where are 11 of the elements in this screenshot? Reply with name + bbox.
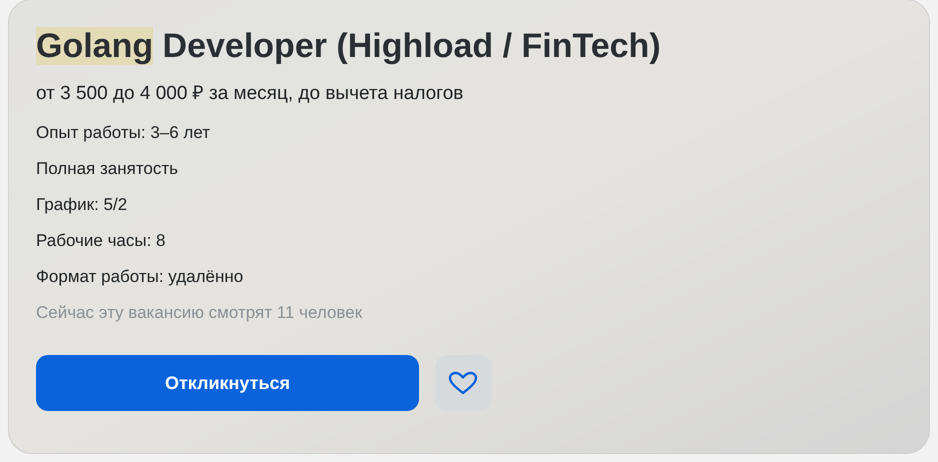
salary-text: от 3 500 до 4 000 ₽ за месяц, до вычета налогов <box>36 82 464 106</box>
apply-button[interactable]: Откликнуться <box>36 355 419 411</box>
viewers-text: Сейчас эту вакансию смотрят 11 человек <box>36 302 364 324</box>
vacancy-detail: Рабочие часы: 8 <box>36 230 167 252</box>
vacancy-detail: Опыт работы: 3–6 лет <box>36 122 212 144</box>
vacancy-detail: График: 5/2 <box>36 194 128 216</box>
favorite-button[interactable] <box>435 355 491 411</box>
heart-icon <box>448 371 478 395</box>
vacancy-detail: Полная занятость <box>36 158 180 180</box>
vacancy-title[interactable]: Golang Developer (Highload / FinTech) <box>36 24 929 68</box>
vacancy-detail: Формат работы: удалённо <box>36 266 244 288</box>
